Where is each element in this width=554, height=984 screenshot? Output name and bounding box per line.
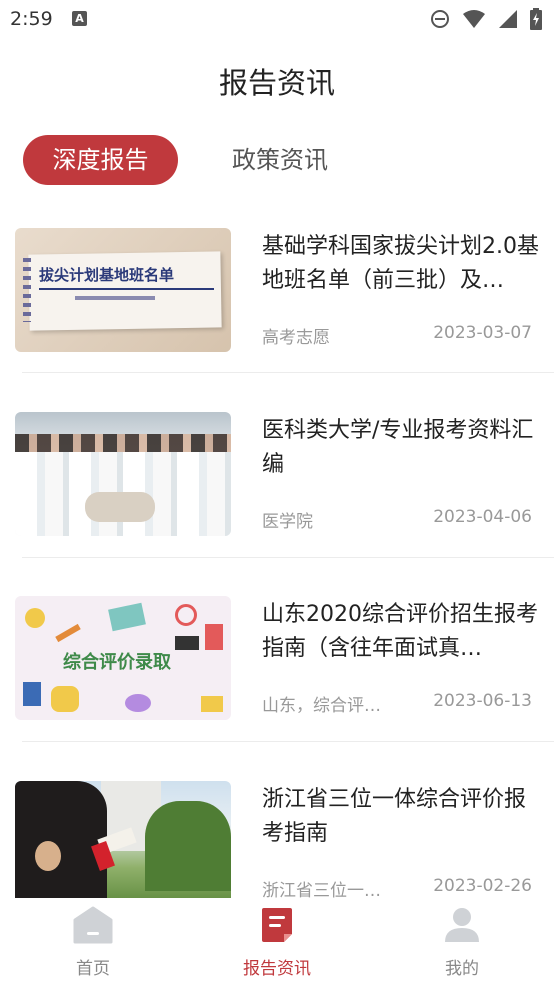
- item-date: 2023-03-07: [433, 323, 532, 343]
- item-title: 医科类大学/专业报考资料汇编: [262, 418, 534, 477]
- page-title: 报告资讯: [218, 66, 335, 100]
- list-item[interactable]: 综合评价录取 山东2020综合评价招生报考指南（含往年面试真… 山东，综合评… …: [0, 596, 554, 781]
- item-title: 浙江省三位一体综合评价报考指南: [262, 787, 527, 846]
- wifi-icon: [463, 10, 485, 28]
- divider: [22, 557, 554, 558]
- status-bar: 2:59 A: [0, 0, 554, 40]
- battery-icon: [530, 8, 542, 30]
- home-icon: [73, 906, 113, 944]
- item-tag: 山东，综合评…: [262, 696, 381, 716]
- thumbnail-image: 综合评价录取: [15, 596, 231, 720]
- thumb-caption: 拔尖计划基地班名单: [39, 266, 175, 284]
- list-item[interactable]: 医科类大学/专业报考资料汇编 医学院 2023-04-06: [0, 412, 554, 597]
- thumbnail-image: [15, 781, 231, 905]
- item-tag: 高考志愿: [262, 328, 330, 348]
- dnd-icon: [431, 10, 449, 28]
- profile-icon: [445, 908, 479, 942]
- report-icon: [262, 908, 292, 942]
- item-title: 山东2020综合评价招生报考指南（含往年面试真…: [262, 602, 538, 661]
- signal-icon: [499, 10, 517, 28]
- nav-report-label: 报告资讯: [243, 959, 311, 979]
- tab-deep-report[interactable]: 深度报告: [23, 135, 178, 185]
- status-time: 2:59: [10, 8, 53, 30]
- nav-home-label: 首页: [76, 959, 110, 979]
- status-icons: [430, 8, 542, 30]
- divider: [22, 741, 554, 742]
- nav-profile-label: 我的: [445, 959, 479, 979]
- item-date: 2023-02-26: [433, 876, 532, 896]
- item-date: 2023-04-06: [433, 507, 532, 527]
- nav-report[interactable]: 报告资讯: [217, 906, 337, 979]
- item-date: 2023-06-13: [433, 691, 532, 711]
- notification-icon: A: [72, 11, 87, 26]
- list-item[interactable]: 拔尖计划基地班名单 基础学科国家拔尖计划2.0基地班名单（前三批）及… 高考志愿…: [0, 228, 554, 413]
- thumbnail-image: 拔尖计划基地班名单: [15, 228, 231, 352]
- nav-home[interactable]: 首页: [33, 906, 153, 979]
- divider: [22, 372, 554, 373]
- thumb-caption: 综合评价录取: [63, 652, 171, 673]
- nav-profile[interactable]: 我的: [402, 906, 522, 979]
- thumbnail-image: [15, 412, 231, 536]
- item-title: 基础学科国家拔尖计划2.0基地班名单（前三批）及…: [262, 234, 539, 293]
- tab-policy-news[interactable]: 政策资讯: [232, 135, 328, 185]
- bottom-nav: 首页 报告资讯 我的: [0, 898, 554, 984]
- item-tag: 医学院: [262, 512, 313, 532]
